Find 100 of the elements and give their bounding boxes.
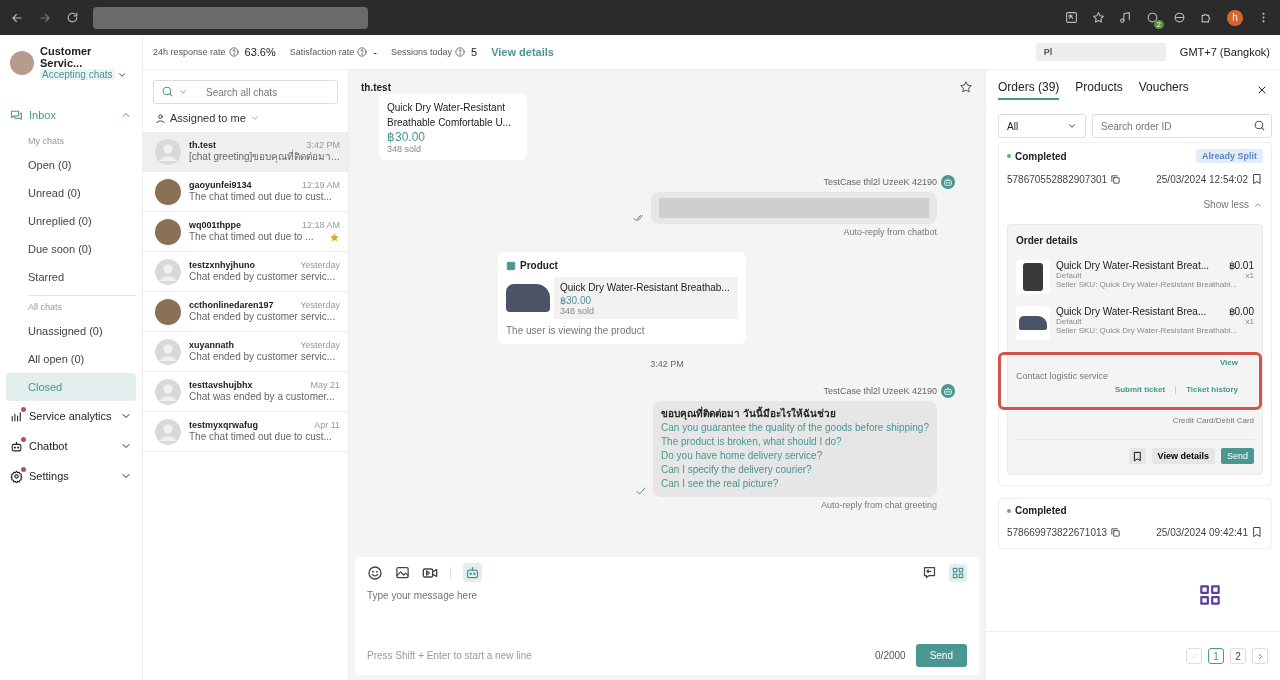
input-hint: Press Shift + Enter to start a new line (367, 650, 533, 661)
reload-icon[interactable] (66, 11, 79, 24)
group-heading: My chats (27, 135, 65, 148)
message-preview: Chat ended by customer servic... (189, 270, 336, 284)
message-time: Yesterday (300, 300, 340, 310)
robot-icon (465, 565, 480, 580)
message-preview: Chat ended by customer servic... (189, 310, 336, 324)
order-date: 25/03/2024 09:42:41 (1156, 526, 1248, 538)
status-select[interactable]: All (998, 114, 1086, 138)
product-name: Quick Dry Water-Resistant Breathab... (560, 281, 731, 295)
account-name: Customer Servic... (40, 45, 93, 69)
copy-icon[interactable] (1110, 173, 1122, 185)
bookmark-icon (1131, 450, 1143, 462)
item-price: ฿0.01 (1228, 260, 1254, 271)
conversation-item[interactable]: gaoyunfei9134 12:19 AM The chat timed out due to cust... (143, 172, 348, 212)
product-name: Quick Dry Water-Resistant Breathable Comfortable U... (387, 101, 512, 130)
message-composer[interactable]: Type your message here Press Shift + Enter to start a new line 0/2000 Send (355, 557, 979, 675)
message-time: May 21 (310, 380, 340, 390)
nav-section[interactable]: Service analytics (6, 401, 136, 431)
avatar-silhouette (155, 419, 181, 445)
page-button[interactable]: 2 (1230, 648, 1246, 664)
conversation-item[interactable]: testzxnhyjhuno Yesterday Chat ended by customer servic... (143, 252, 348, 292)
message-preview: The chat timed out due to cust... (189, 190, 332, 204)
details-heading: Order details (1016, 235, 1079, 246)
nav-item[interactable]: Unreplied (0) (6, 207, 136, 235)
message-preview: The chat timed out due to cust... (189, 430, 332, 444)
avatar-photo (10, 50, 34, 75)
profile-avatar[interactable]: h (1227, 9, 1243, 26)
star-icon[interactable] (1092, 11, 1105, 24)
conversation-item[interactable]: xuyannath Yesterday Chat ended by customer servic... (143, 332, 348, 372)
copy-icon[interactable] (1110, 526, 1122, 538)
nav-item[interactable]: Due soon (0) (6, 235, 136, 263)
nav-item[interactable]: Starred (6, 263, 136, 291)
group-heading: All chats (27, 301, 63, 314)
assignee-filter[interactable]: Assigned to me (143, 104, 348, 132)
puzzle-icon[interactable] (1200, 11, 1213, 24)
bookmark-icon[interactable] (1251, 526, 1263, 538)
chevron-down-icon (249, 113, 260, 123)
sold-count: 348 sold (387, 144, 423, 154)
conversation-item[interactable]: wq001thppe 12:18 AM The chat timed out due to ... (143, 212, 348, 252)
nav-section[interactable]: Inbox (6, 100, 136, 130)
seller-sku: Seller SKU: Quick Dry Water-Resistant Breathabl... (1056, 326, 1239, 335)
status-dot (1007, 154, 1011, 158)
show-less-toggle[interactable]: Show less (1203, 199, 1249, 210)
address-bar[interactable] (93, 6, 368, 29)
avatar-photo (155, 219, 181, 245)
avatar-silhouette (155, 259, 181, 285)
conversation-item[interactable]: testmyxqrwafug Apr 11 The chat timed out due to cust... (143, 412, 348, 452)
close-icon[interactable] (1256, 84, 1268, 96)
message-preview: Chat was ended by a customer... (189, 390, 335, 404)
globe-icon[interactable] (1173, 11, 1186, 24)
reply-icon[interactable] (922, 565, 937, 580)
bookmark-icon[interactable] (1251, 173, 1263, 185)
grid-icon[interactable] (1197, 582, 1223, 608)
chatbot-button[interactable] (463, 563, 482, 582)
conversation-item[interactable]: th.test 3:42 PM [chat greeting]ขอบคุณที่ติดต่อมา... (143, 132, 348, 172)
chat-title: th.test (361, 81, 391, 93)
message-time: Apr 11 (314, 420, 340, 430)
nav-item[interactable]: Unassigned (0) (6, 317, 136, 345)
message-time: Yesterday (300, 340, 340, 350)
product-info[interactable]: Quick Dry Water-Resistant Breathab... ฿30.00 348 sold (554, 277, 738, 319)
timezone: GMT+7 (Bangkok) (1179, 46, 1270, 58)
conversation-item[interactable]: ccthonlinedaren197 Yesterday Chat ended by customer servic... (143, 292, 348, 332)
bookmark-button[interactable] (1128, 448, 1146, 464)
panel-tab[interactable]: Orders (39) (998, 80, 1060, 100)
stat-value: 63.6% (244, 46, 276, 58)
viewing-note: The user is viewing the product (506, 325, 646, 336)
nav-item[interactable]: Open (0) (6, 151, 136, 179)
extension-badge: 2 (1153, 20, 1164, 29)
nav-item[interactable]: Unread (0) (6, 179, 136, 207)
avatar-silhouette (155, 339, 181, 365)
contact-name: testzxnhyjhuno (189, 260, 255, 270)
nav-section[interactable]: Settings (6, 461, 136, 491)
search-field[interactable]: Search all chats (153, 80, 338, 104)
order-search-field[interactable]: Search order ID (1092, 114, 1272, 138)
panel-tab[interactable]: Products (1075, 80, 1123, 100)
music-note-icon[interactable] (1119, 11, 1132, 24)
star-icon[interactable] (959, 80, 973, 94)
view-details-link[interactable]: View details (491, 46, 554, 58)
timestamp: 3:42 PM (650, 359, 684, 369)
emoji-icon[interactable] (367, 564, 383, 581)
page-button[interactable]: 1 (1208, 648, 1224, 664)
nav-item[interactable]: All open (0) (6, 345, 136, 373)
message-preview: The chat timed out due to ... (189, 230, 314, 244)
view-details-button[interactable]: View details (1151, 448, 1215, 464)
sender-name: TestCase thl2l UzeeK 42190 (823, 177, 937, 187)
product-card[interactable]: Quick Dry Water-Resistant Breathable Comfortable U... ฿30.00 348 sold (379, 94, 527, 160)
grid-view-button[interactable] (949, 563, 967, 582)
order-date: 25/03/2024 12:54:02 (1156, 173, 1248, 185)
item-quantity: x1 (1245, 317, 1254, 326)
panel-tab[interactable]: Vouchers (1138, 80, 1189, 100)
grid-icon (951, 565, 965, 580)
shoe-image (1016, 306, 1050, 340)
contact-name: gaoyunfei9134 (189, 180, 252, 190)
conversation-item[interactable]: testtavshujbhx May 21 Chat was ended by a customer... (143, 372, 348, 412)
person-icon (155, 112, 166, 124)
store-selector[interactable]: Pl (1035, 43, 1166, 61)
avatar-silhouette (155, 139, 181, 165)
nav-section[interactable]: Chatbot (6, 431, 136, 461)
image-icon[interactable] (395, 565, 410, 580)
